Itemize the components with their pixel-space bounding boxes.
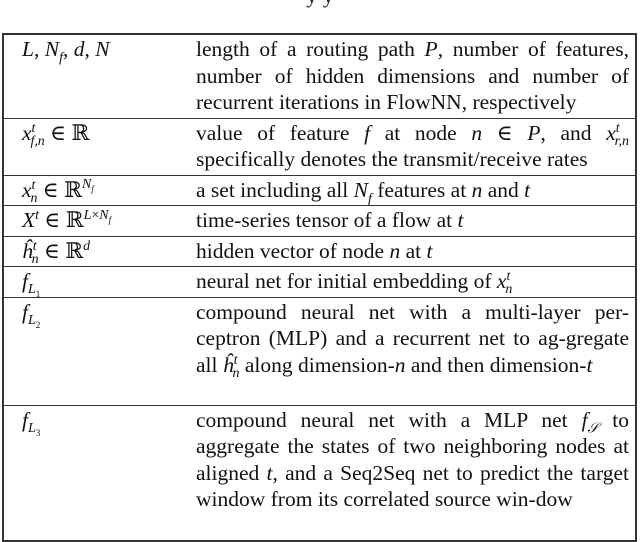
- table-row: xtn ∈ ℝNf a set including all Nf feature…: [3, 174, 636, 206]
- table-row: fL1 neural net for initial embedding of …: [3, 266, 636, 299]
- table-row: xtf,n ∈ ℝ value of feature f at node n ∈…: [3, 117, 636, 176]
- symbol-cell: xtn ∈ ℝNf: [3, 174, 178, 206]
- description-cell: value of feature f at node n ∈ P, and xt…: [178, 117, 636, 176]
- table-row: ĥtn ∈ ℝd hidden vector of node n at t: [3, 235, 636, 267]
- description-cell: time-series tensor of a flow at t: [178, 205, 636, 237]
- symbol-cell: fL2: [3, 296, 178, 406]
- caption-fragment: y y: [0, 0, 640, 7]
- symbol-cell: ĥtn ∈ ℝd: [3, 235, 178, 267]
- description-cell: hidden vector of node n at t: [178, 235, 636, 267]
- description-cell: a set including all Nf features at n and…: [178, 174, 636, 206]
- description-cell: compound neural net with a multi-layer p…: [178, 296, 636, 406]
- symbol-cell: xtf,n ∈ ℝ: [3, 117, 178, 176]
- symbol-cell: fL3: [3, 404, 178, 541]
- description-cell: length of a routing path P, number of fe…: [178, 33, 636, 119]
- description-cell: compound neural net with a MLP net f𝒮 to…: [178, 404, 636, 541]
- table-row: Xt ∈ ℝL×Nf time-series tensor of a flow …: [3, 205, 636, 237]
- table-row: L, Nf, d, N length of a routing path P, …: [3, 33, 636, 119]
- notation-table: L, Nf, d, N length of a routing path P, …: [2, 33, 637, 542]
- symbol-cell: fL1: [3, 266, 178, 299]
- table-row: fL3 compound neural net with a MLP net f…: [3, 404, 636, 541]
- symbol-cell: L, Nf, d, N: [3, 33, 178, 119]
- table-row: fL2 compound neural net with a multi-lay…: [3, 296, 636, 406]
- symbol-cell: Xt ∈ ℝL×Nf: [3, 205, 178, 237]
- description-cell: neural net for initial embedding of xtn: [178, 266, 636, 298]
